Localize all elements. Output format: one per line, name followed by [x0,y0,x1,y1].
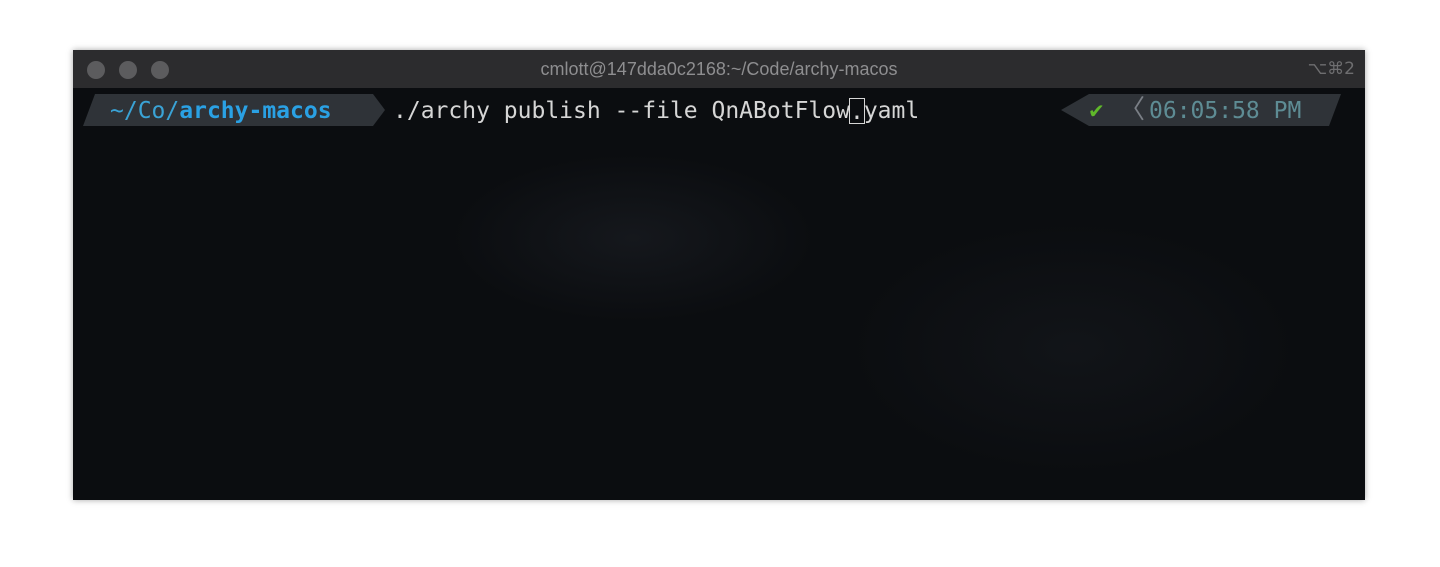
path-prefix: ~/Co/ [110,98,180,124]
prompt-line: ~/Co/archy-macos ./archy publish --file … [73,92,1365,128]
path-current-dir: archy-macos [179,98,332,124]
prompt-time: 06:05:58 PM [1149,98,1302,124]
window-title: cmlott@147dda0c2168:~/Code/archy-macos [540,59,898,79]
command-text-before-cursor: ./archy publish --file QnABotFlow [393,98,850,124]
text-cursor: . [848,98,865,125]
tab-shortcut-label: ⌥⌘2 [1307,59,1355,79]
terminal-area[interactable]: ~/Co/archy-macos ./archy publish --file … [73,88,1365,500]
command-input[interactable]: ./archy publish --file QnABotFlow.yaml [393,98,920,125]
check-icon: ✔ [1088,99,1105,123]
title-bar[interactable]: cmlott@147dda0c2168:~/Code/archy-macos ⌥… [73,50,1365,89]
path-segment-arrow [373,94,385,126]
current-path: ~/Co/archy-macos [110,98,332,124]
command-text-after-cursor: yaml [863,98,920,124]
segment-separator-icon: 〈 [1119,95,1146,125]
terminal-window: cmlott@147dda0c2168:~/Code/archy-macos ⌥… [73,50,1365,500]
